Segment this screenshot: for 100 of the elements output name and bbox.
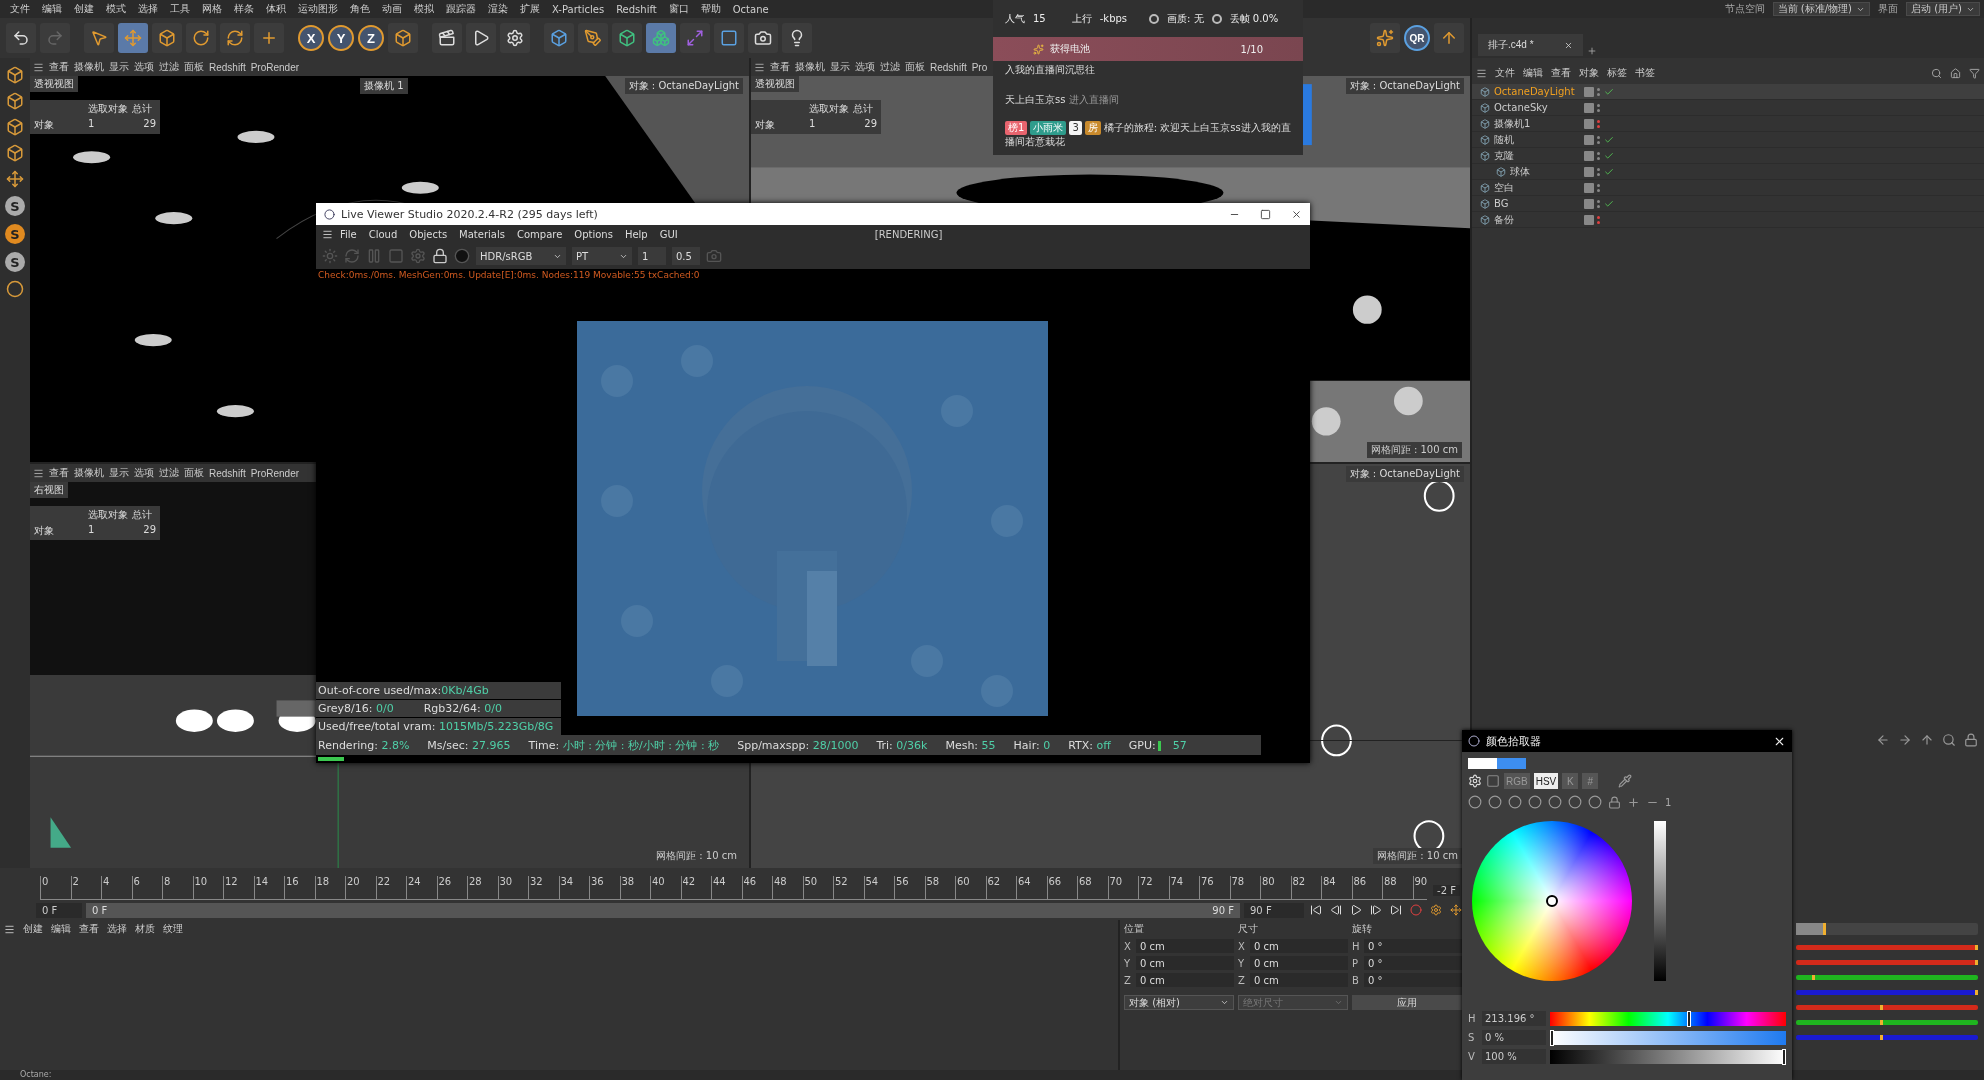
size-field[interactable]: 0 cm [1250,973,1348,987]
object-row[interactable]: BG [1472,196,1984,212]
chat-message: 入我的直播间沉思往 [1005,63,1095,77]
material-menu-item[interactable]: 创建 [23,922,43,936]
object-menu-item[interactable]: 标签 [1607,66,1627,80]
axis-button[interactable]: Z [358,25,384,51]
material-menu-item[interactable]: 纹理 [163,922,183,936]
material-menu-item[interactable]: 选择 [107,922,127,936]
position-field[interactable]: 0 cm [1136,973,1234,987]
layout-dropdown[interactable]: 启动 (用户) [1906,2,1980,16]
mode-dropdown[interactable]: 对象 (相对) [1124,995,1234,1010]
viewport-menu-item[interactable]: 摄像机 [795,60,825,74]
viewport-menu-item[interactable]: Pro [971,61,988,73]
viewport-menu-item[interactable]: 摄像机 [74,466,104,480]
viewport-menu-item[interactable]: 选项 [134,466,154,480]
object-row[interactable]: 备份 [1472,212,1984,228]
viewport-menu-item[interactable]: 查看 [770,60,790,74]
axis-button[interactable]: Y [328,25,354,51]
object-menu-item[interactable]: 编辑 [1523,66,1543,80]
viewport-menu-item[interactable]: Redshift [930,61,967,73]
menu-item[interactable]: 文件 [4,2,36,16]
viewport-menu-item[interactable]: 显示 [830,60,850,74]
object-row[interactable]: 克隆 [1472,148,1984,164]
position-field[interactable]: 0 cm [1136,956,1234,970]
qr-button[interactable]: QR [1404,25,1430,51]
menu-item[interactable]: Octane [726,3,775,15]
viewport-menu-item[interactable]: ProRender [250,467,300,479]
viewport-menu-item[interactable]: 过滤 [159,466,179,480]
upload-value: -kbps [1099,13,1128,24]
tool-letter-icon[interactable]: S [5,252,25,272]
viewport-menu-item[interactable]: 查看 [49,466,69,480]
menu-item[interactable]: 模拟 [408,2,440,16]
viewport-menu-item[interactable]: Redshift [209,467,246,479]
viewport-menu-item[interactable]: Redshift [209,61,246,73]
tool-letter-icon[interactable]: S [5,196,25,216]
menu-item[interactable]: 网格 [196,2,228,16]
viewport-menu-item[interactable]: 过滤 [159,60,179,74]
menu-item[interactable]: 扩展 [514,2,546,16]
object-row[interactable]: 随机 [1472,132,1984,148]
rotation-field[interactable]: 0 ° [1364,939,1462,953]
viewport-menu-item[interactable]: 面板 [184,466,204,480]
start-frame-field[interactable]: 0 F [36,902,82,918]
viewport-menu-item[interactable]: 摄像机 [74,60,104,74]
rotation-field[interactable]: 0 ° [1364,956,1462,970]
menu-item[interactable]: 模式 [100,2,132,16]
object-menu-item[interactable]: 书签 [1635,66,1655,80]
menu-item[interactable]: 动画 [376,2,408,16]
menu-item[interactable]: 选择 [132,2,164,16]
object-row[interactable]: 摄像机1 [1472,116,1984,132]
object-menu-item[interactable]: 文件 [1495,66,1515,80]
object-menu-item[interactable]: 查看 [1551,66,1571,80]
apply-button[interactable]: 应用 [1352,995,1462,1010]
position-field[interactable]: 0 cm [1136,939,1234,953]
axis-button[interactable]: X [298,25,324,51]
window-title: 颜色拾取器 [1486,733,1541,749]
menu-item[interactable]: 创建 [68,2,100,16]
node-space-dropdown[interactable]: 当前 (标准/物理) [1772,2,1870,16]
frame-range-bar[interactable]: 0 F 90 F [86,902,1240,918]
channel-field[interactable]: 0 % [1482,1030,1546,1045]
material-menu-item[interactable]: 材质 [135,922,155,936]
menu-item[interactable]: Redshift [610,3,663,15]
viewport-menu-item[interactable]: 过滤 [880,60,900,74]
menu-item[interactable]: 体积 [260,2,292,16]
tool-letter-icon[interactable]: S [5,224,25,244]
menu-item[interactable]: 跟踪器 [440,2,482,16]
size-field[interactable]: 0 cm [1250,956,1348,970]
menu-item[interactable]: 帮助 [694,2,727,16]
viewport-menu-item[interactable]: 面板 [905,60,925,74]
end-frame-field[interactable]: 90 F [1244,902,1304,918]
menu-item[interactable]: 工具 [164,2,196,16]
menu-item[interactable]: 窗口 [662,2,695,16]
object-row[interactable]: OctaneDayLight [1472,84,1984,100]
viewport-menu-item[interactable]: 显示 [109,466,129,480]
viewport-menu-item[interactable]: 查看 [49,60,69,74]
menu-item[interactable]: 编辑 [36,2,68,16]
menu-item[interactable]: 渲染 [482,2,514,16]
file-tab[interactable]: 排子.c4d * [1478,34,1583,56]
channel-field[interactable]: 100 % [1482,1049,1546,1064]
viewport-menu-item[interactable]: 显示 [109,60,129,74]
size-field[interactable]: 0 cm [1250,939,1348,953]
viewport-menu-item[interactable]: ProRender [250,61,300,73]
stats-header: 选取对象 [88,508,128,522]
menu-item[interactable]: 角色 [344,2,376,16]
menu-item[interactable]: 运动图形 [292,2,344,16]
object-name: OctaneSky [1494,102,1549,113]
material-menu-item[interactable]: 编辑 [51,922,71,936]
object-row[interactable]: OctaneSky [1472,100,1984,116]
rotation-field[interactable]: 0 ° [1364,973,1462,987]
material-menu-item[interactable]: 查看 [79,922,99,936]
viewport-menu-item[interactable]: 选项 [855,60,875,74]
menu-item[interactable]: 样条 [228,2,260,16]
object-row[interactable]: 空白 [1472,180,1984,196]
viewport-menu-item[interactable]: 面板 [184,60,204,74]
viewport-menu-item[interactable]: 选项 [134,60,154,74]
object-row[interactable]: 球体 [1472,164,1984,180]
channel-field[interactable]: 213.196 ° [1482,1011,1546,1026]
menu-item[interactable]: X-Particles [546,3,611,15]
object-menu-item[interactable]: 对象 [1579,66,1599,80]
status-text: Octane: [20,1071,52,1079]
mode-tab[interactable]: HSV [1533,773,1559,789]
